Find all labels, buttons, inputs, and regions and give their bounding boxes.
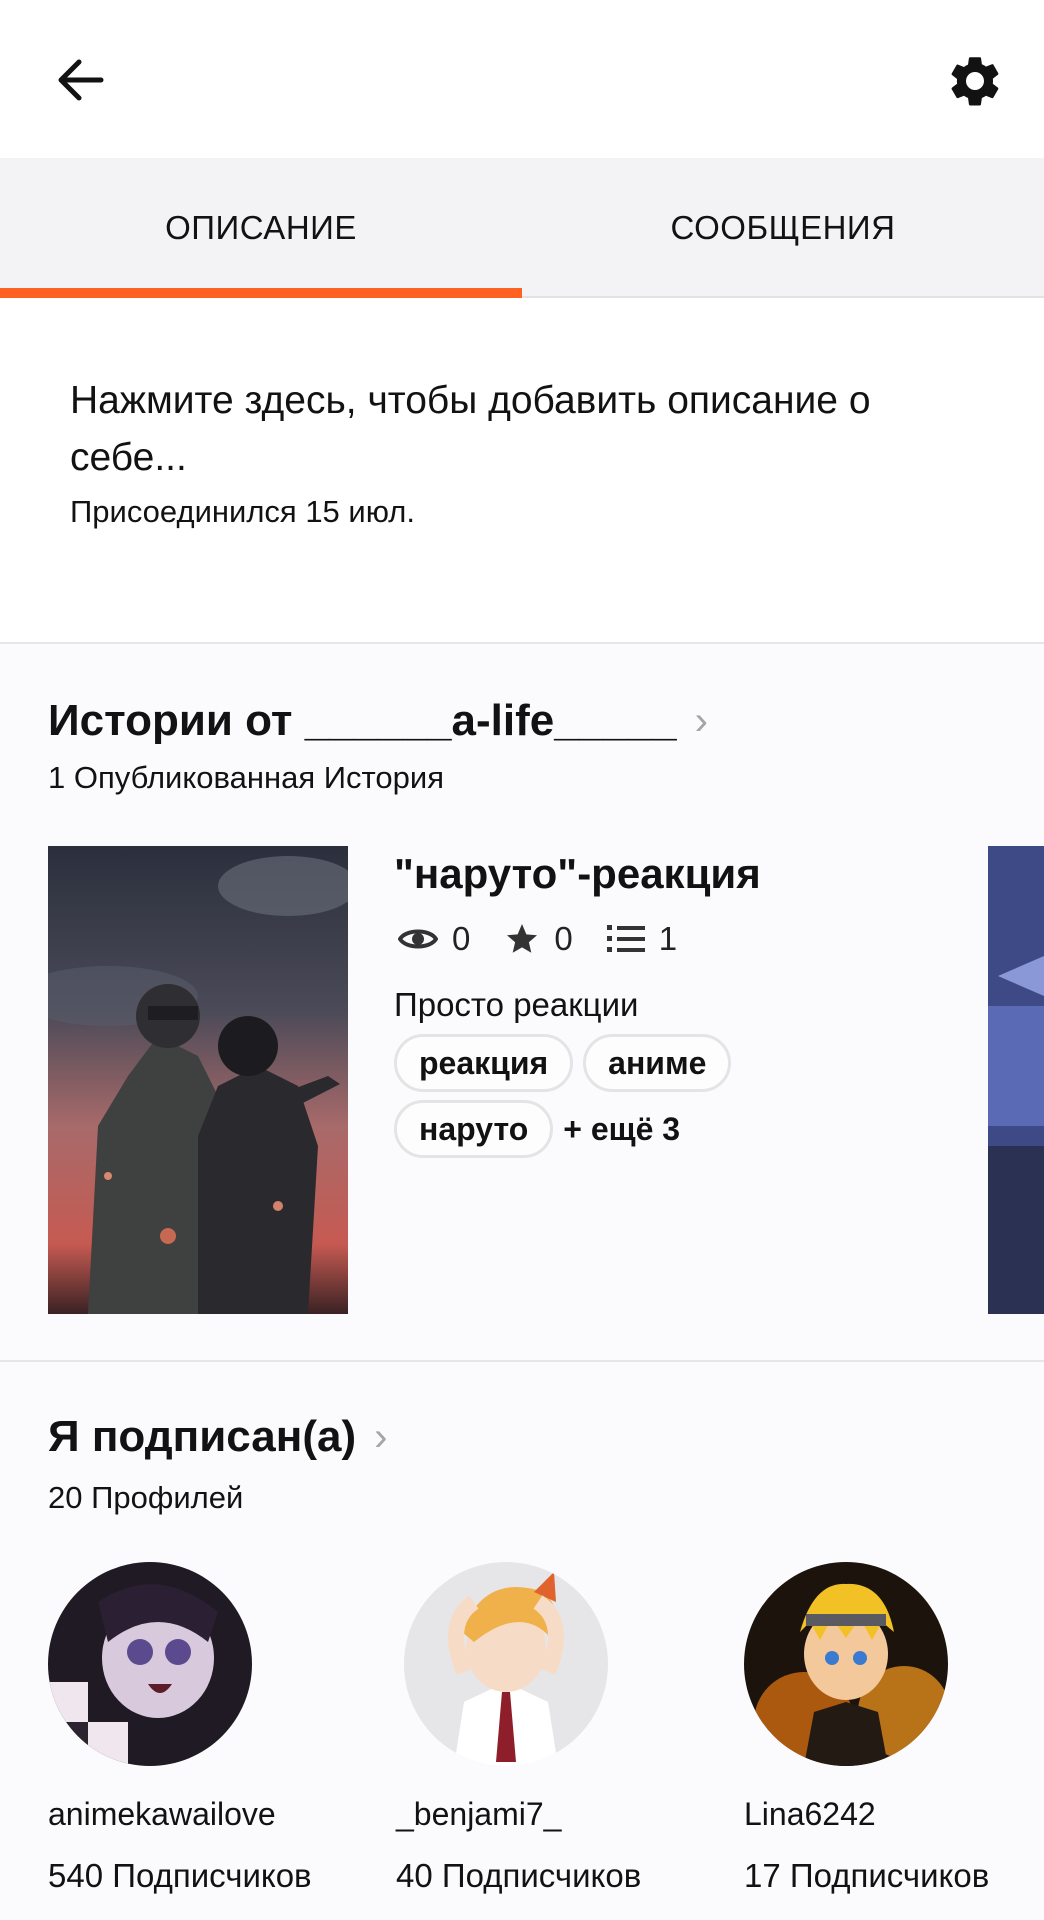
profile-followers: 540 Подписчиков bbox=[48, 1857, 312, 1894]
story-cover-image bbox=[48, 846, 348, 1314]
list-icon bbox=[606, 925, 645, 952]
back-button[interactable] bbox=[48, 48, 112, 112]
tab-description[interactable]: ОПИСАНИЕ bbox=[0, 158, 522, 298]
tab-bar: ОПИСАНИЕ СООБЩЕНИЯ bbox=[0, 158, 1044, 298]
following-count: 20 Профилей bbox=[48, 1480, 244, 1515]
following-title: Я подписан(а) bbox=[48, 1412, 357, 1461]
chevron-right-icon: › bbox=[374, 1414, 388, 1459]
tag-chip[interactable]: наруто bbox=[394, 1100, 554, 1158]
story-description: Просто реакции bbox=[394, 986, 639, 1023]
arrow-left-icon bbox=[58, 59, 104, 101]
avatar-image bbox=[404, 1562, 608, 1766]
story-stats: 0 0 1 bbox=[398, 920, 711, 958]
avatar-image bbox=[48, 1562, 252, 1766]
about-placeholder[interactable]: Нажмите здесь, чтобы добавить описание о… bbox=[70, 372, 990, 486]
gear-icon bbox=[951, 57, 999, 106]
profile-name: Lina6242 bbox=[744, 1796, 876, 1832]
stories-count: 1 Опубликованная История bbox=[48, 760, 444, 795]
active-tab-indicator bbox=[0, 288, 522, 298]
story-title[interactable]: "наруто"-реакция bbox=[394, 850, 761, 898]
chevron-right-icon: › bbox=[694, 698, 708, 743]
avatar-image bbox=[744, 1562, 948, 1766]
profile-card[interactable]: Lina6242 17 Подписчиков bbox=[744, 1562, 1014, 1895]
avatar[interactable] bbox=[404, 1562, 608, 1766]
profile-card[interactable]: animekawailove 540 Подписчиков bbox=[48, 1562, 318, 1895]
profile-followers: 17 Подписчиков bbox=[744, 1857, 990, 1894]
profile-followers: 40 Подписчиков bbox=[396, 1857, 642, 1894]
tag-row: реакция аниме bbox=[394, 1034, 954, 1092]
tag-chip[interactable]: реакция bbox=[394, 1034, 574, 1092]
votes-stat: 0 bbox=[504, 920, 573, 958]
views-stat: 0 bbox=[398, 920, 470, 958]
story-cover[interactable] bbox=[48, 846, 348, 1314]
eye-icon bbox=[398, 929, 438, 949]
tab-messages-label: СООБЩЕНИЯ bbox=[670, 209, 896, 246]
avatar[interactable] bbox=[744, 1562, 948, 1766]
star-icon bbox=[507, 924, 538, 953]
story-tags: реакция аниме наруто + ещё 3 bbox=[394, 1034, 954, 1166]
avatar[interactable] bbox=[48, 1562, 252, 1766]
views-count: 0 bbox=[452, 920, 471, 957]
votes-count: 0 bbox=[554, 920, 573, 957]
profile-name: animekawailove bbox=[48, 1796, 276, 1832]
stories-title: Истории от ______a-life_____ bbox=[48, 696, 677, 745]
tab-description-label: ОПИСАНИЕ bbox=[165, 209, 357, 246]
settings-button[interactable] bbox=[940, 46, 1010, 116]
tag-chip[interactable]: аниме bbox=[583, 1034, 732, 1092]
profile-card[interactable]: _benjami7_ 40 Подписчиков bbox=[396, 1562, 666, 1895]
top-bar bbox=[0, 0, 1044, 158]
tab-messages[interactable]: СООБЩЕНИЯ bbox=[522, 158, 1044, 298]
following-header[interactable]: Я подписан(а) › bbox=[48, 1412, 387, 1462]
next-story-cover-image bbox=[988, 846, 1044, 1314]
stories-header[interactable]: Истории от ______a-life_____ › bbox=[48, 696, 708, 746]
parts-count: 1 bbox=[658, 920, 678, 957]
next-story-cover[interactable] bbox=[988, 846, 1044, 1314]
joined-date: Присоединился 15 июл. bbox=[70, 494, 415, 529]
profile-name: _benjami7_ bbox=[396, 1796, 562, 1832]
about-section[interactable]: Нажмите здесь, чтобы добавить описание о… bbox=[70, 372, 990, 530]
more-tags[interactable]: + ещё 3 bbox=[563, 1111, 680, 1148]
parts-stat: 1 bbox=[606, 920, 678, 958]
tag-row: наруто + ещё 3 bbox=[394, 1100, 954, 1158]
